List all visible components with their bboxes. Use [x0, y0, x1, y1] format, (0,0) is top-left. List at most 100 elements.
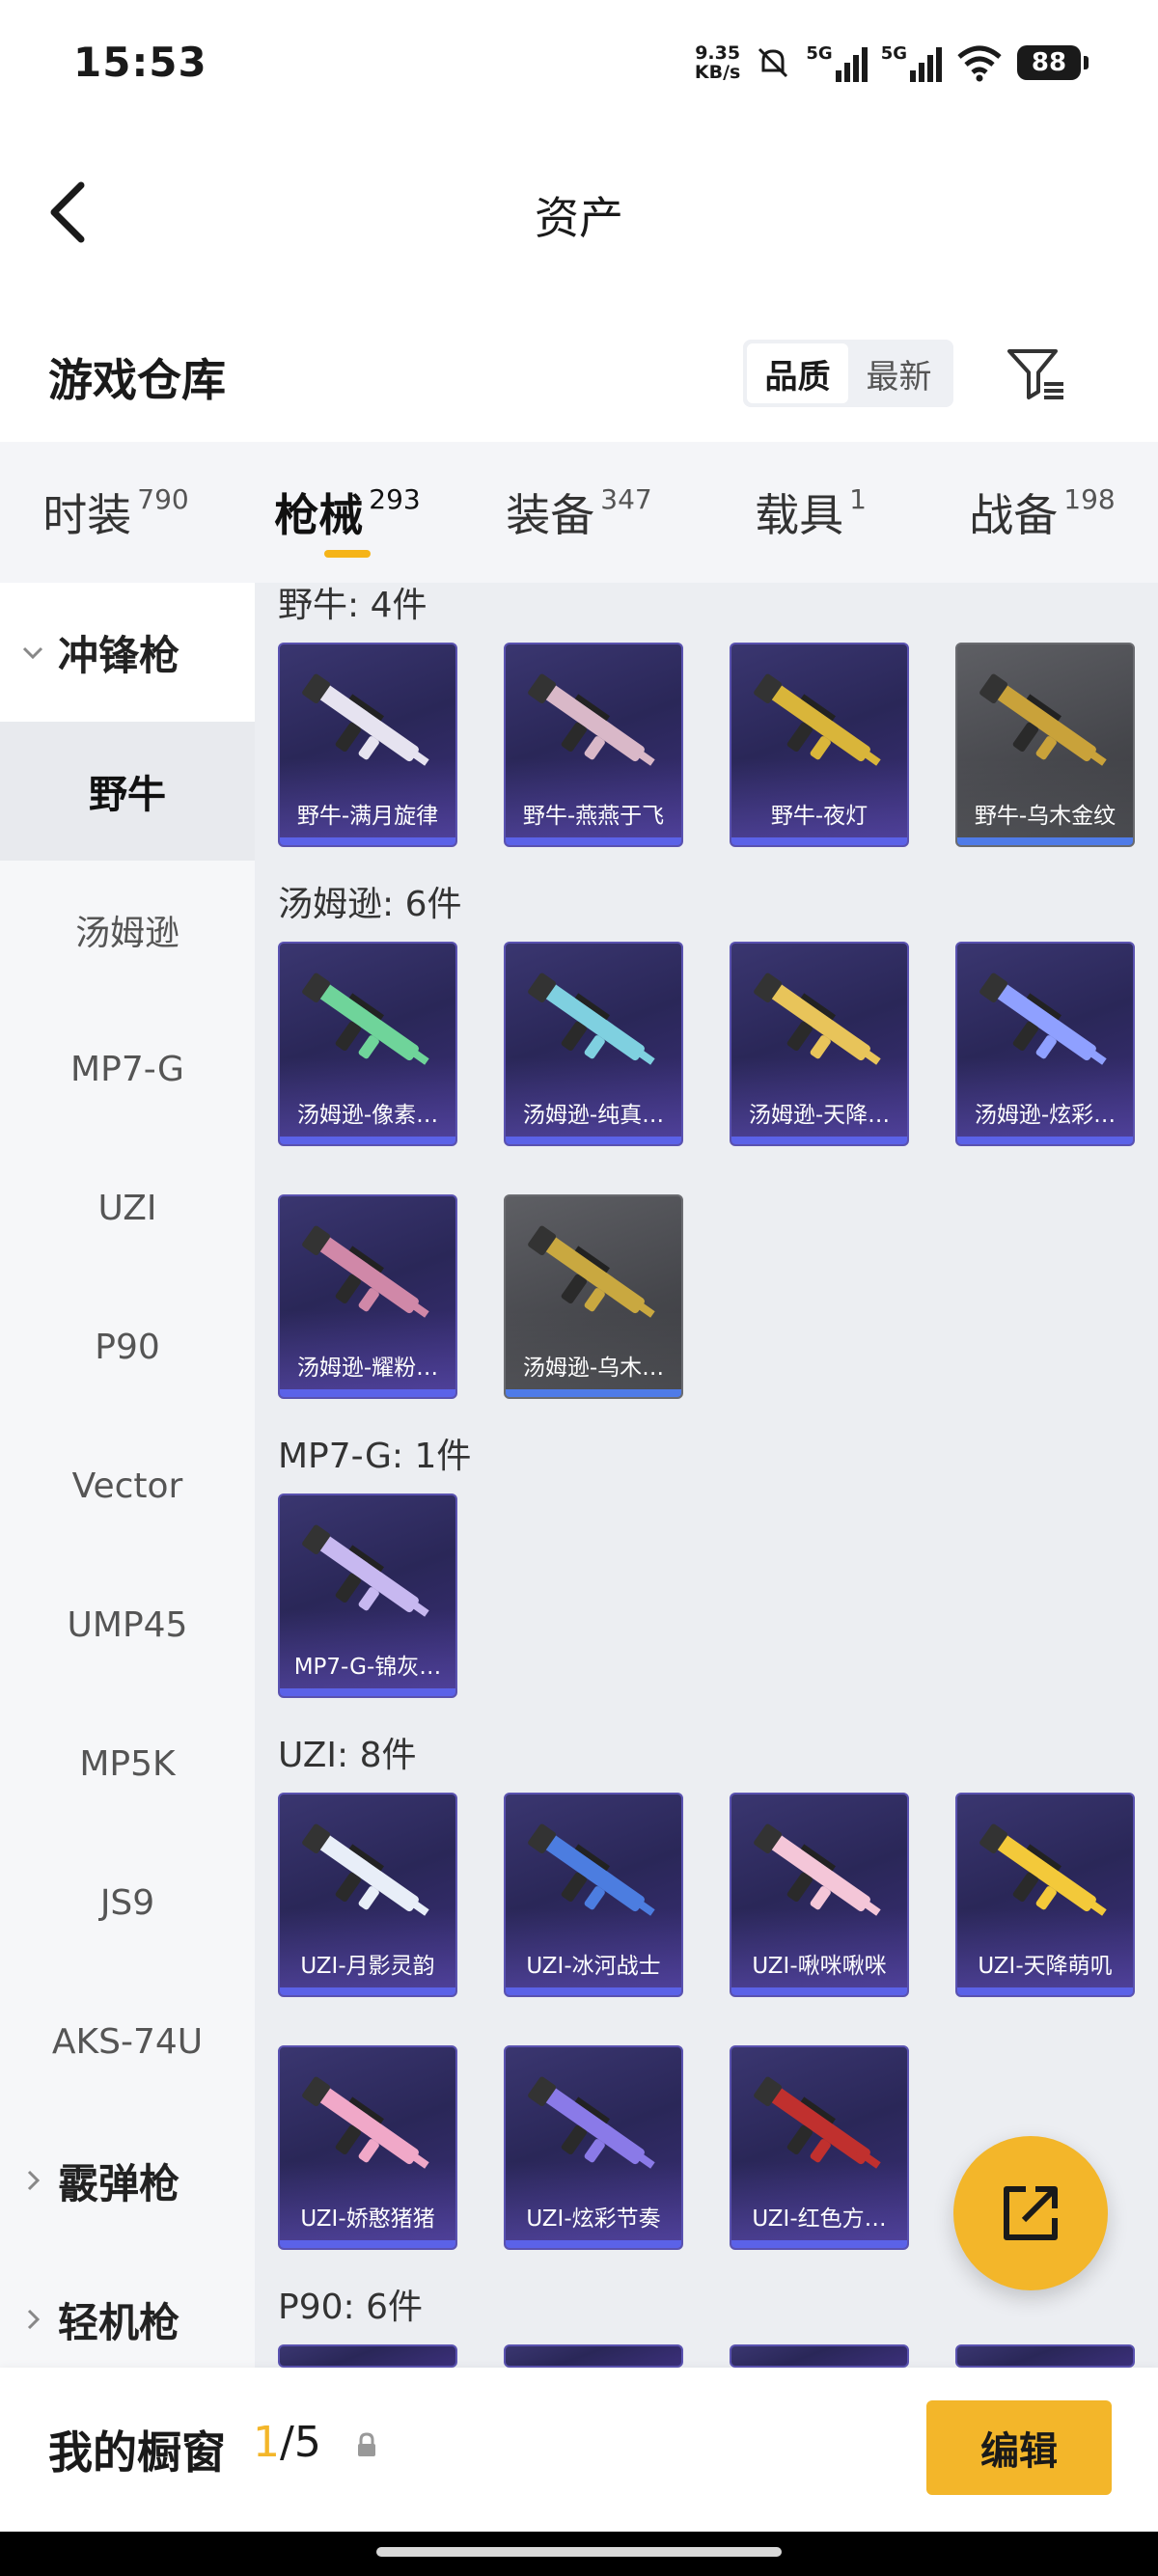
tab-label: 时装: [42, 489, 132, 541]
weapon-image-icon: [528, 1823, 655, 1916]
weapon-skin-card[interactable]: 野牛-满月旋律: [278, 643, 457, 847]
rarity-bar: [957, 837, 1133, 845]
tab-count: 198: [1063, 482, 1116, 515]
weapon-skin-card[interactable]: UZI-红色方…: [730, 2045, 909, 2250]
weapon-image-icon: [528, 673, 655, 766]
weapon-skin-card[interactable]: [730, 2344, 909, 2368]
mute-bell-icon: [758, 47, 788, 78]
home-indicator[interactable]: [376, 2547, 782, 2557]
chevron-right-icon: [27, 2170, 41, 2191]
section-label: P90: 6件: [278, 2288, 423, 2327]
sidebar-group-smg[interactable]: 冲锋枪: [0, 583, 255, 722]
rarity-bar: [731, 837, 907, 845]
rarity-bar: [957, 1137, 1133, 1144]
weapon-skin-card[interactable]: UZI-啾咪啾咪: [730, 1793, 909, 1997]
weapon-skin-card[interactable]: UZI-月影灵韵: [278, 1793, 457, 1997]
chevron-down-icon: [22, 646, 43, 660]
sidebar-group-lmg[interactable]: 轻机枪: [0, 2250, 255, 2368]
weapon-skin-card[interactable]: 汤姆逊-天降…: [730, 942, 909, 1146]
weapon-skin-card[interactable]: UZI-娇憨猪猪: [278, 2045, 457, 2250]
lock-icon: [358, 2432, 375, 2456]
sidebar-item-p90[interactable]: P90: [0, 1277, 255, 1416]
weapon-image-icon: [302, 1823, 429, 1916]
rarity-bar: [280, 1389, 455, 1397]
sidebar-group-label: 霰弹枪: [58, 2159, 180, 2207]
weapon-skin-name: 野牛-夜灯: [770, 804, 868, 829]
weapon-skin-card[interactable]: UZI-天降萌叽: [955, 1793, 1135, 1997]
weapon-skin-name: 汤姆逊-天降…: [748, 1103, 891, 1128]
tab-label: 载具: [755, 489, 844, 541]
weapon-skin-card[interactable]: [955, 2344, 1135, 2368]
weapon-skin-card[interactable]: 野牛-夜灯: [730, 643, 909, 847]
weapon-skin-name: 汤姆逊-乌木…: [522, 1356, 665, 1381]
share-fab-button[interactable]: [953, 2136, 1108, 2290]
sidebar-item-thompson[interactable]: 汤姆逊: [0, 861, 255, 1000]
sidebar-group-label: 冲锋枪: [58, 631, 180, 679]
filter-icon[interactable]: [1004, 342, 1067, 405]
weapon-skin-card[interactable]: UZI-冰河战士: [504, 1793, 683, 1997]
sidebar-item-mp7g[interactable]: MP7-G: [0, 1000, 255, 1138]
sort-quality-button[interactable]: 品质: [747, 343, 848, 403]
showcase-current: 1: [253, 2418, 280, 2467]
signal-5g-icon-2: 5G: [881, 43, 942, 82]
weapon-skin-name: 汤姆逊-纯真…: [522, 1103, 665, 1128]
weapon-image-icon: [979, 1823, 1107, 1916]
tab-firearms[interactable]: 枪械 293: [232, 442, 463, 583]
section-label: 汤姆逊: 6件: [278, 885, 462, 924]
weapon-skin-card[interactable]: 野牛-乌木金纹: [955, 643, 1135, 847]
showcase-label: 我的橱窗: [48, 2426, 226, 2479]
weapon-image-icon: [754, 673, 881, 766]
sidebar-item-mp5k[interactable]: MP5K: [0, 1694, 255, 1833]
weapon-skin-name: 野牛-燕燕于飞: [522, 804, 665, 829]
weapon-skin-card[interactable]: 汤姆逊-乌木…: [504, 1194, 683, 1399]
sidebar-item-uzi[interactable]: UZI: [0, 1138, 255, 1277]
weapon-skin-card[interactable]: UZI-炫彩节奏: [504, 2045, 683, 2250]
weapon-skin-card[interactable]: 野牛-燕燕于飞: [504, 643, 683, 847]
weapon-image-icon: [302, 673, 429, 766]
weapon-image-icon: [528, 973, 655, 1065]
weapon-skin-card[interactable]: MP7-G-锦灰…: [278, 1494, 457, 1698]
tab-equipment[interactable]: 装备 347: [463, 442, 695, 583]
sidebar-item-aks74u[interactable]: AKS-74U: [0, 1972, 255, 2111]
weapon-skin-card[interactable]: 汤姆逊-纯真…: [504, 942, 683, 1146]
weapon-skin-name: MP7-G-锦灰…: [293, 1655, 442, 1680]
edit-button[interactable]: 编辑: [926, 2400, 1112, 2495]
net-speed: 9.35 KB/s: [695, 43, 740, 82]
weapon-image-icon: [302, 1225, 429, 1318]
warehouse-header: 游戏仓库 品质 最新: [0, 318, 1158, 434]
weapon-image-icon: [528, 1225, 655, 1318]
weapon-skin-card[interactable]: 汤姆逊-像素…: [278, 942, 457, 1146]
sort-toggle: 品质 最新: [743, 340, 953, 407]
active-tab-indicator: [324, 550, 371, 558]
weapon-image-icon: [754, 1823, 881, 1916]
rarity-bar: [280, 2240, 455, 2248]
rarity-bar: [280, 1987, 455, 1995]
weapon-skin-card[interactable]: [278, 2344, 457, 2368]
showcase-bar: 我的橱窗 1/5 编辑: [0, 2368, 1158, 2532]
sidebar-item-vector[interactable]: Vector: [0, 1416, 255, 1555]
weapon-skin-card[interactable]: [504, 2344, 683, 2368]
weapon-image-icon: [302, 1524, 429, 1617]
tab-gear[interactable]: 战备 198: [926, 442, 1158, 583]
rarity-bar: [506, 1389, 681, 1397]
tab-count: 790: [137, 482, 189, 515]
sidebar-item-ump45[interactable]: UMP45: [0, 1555, 255, 1694]
weapon-skin-name: UZI-炫彩节奏: [526, 2206, 661, 2232]
category-tabs: 时装 790 枪械 293 装备 347 载具 1 战备 198: [0, 442, 1158, 583]
tab-vehicles[interactable]: 载具 1: [695, 442, 926, 583]
sidebar-group-shotgun[interactable]: 霰弹枪: [0, 2111, 255, 2250]
sort-newest-button[interactable]: 最新: [848, 343, 950, 403]
weapon-type-sidebar: 冲锋枪 野牛 汤姆逊 MP7-G UZI P90 Vector UMP45 MP…: [0, 583, 255, 2368]
weapon-skin-card[interactable]: 汤姆逊-炫彩…: [955, 942, 1135, 1146]
section-label: UZI: 8件: [278, 1736, 417, 1775]
weapon-skin-name: 汤姆逊-像素…: [296, 1103, 439, 1128]
app-header: 资产: [0, 135, 1158, 280]
app-root: 15:53 9.35 KB/s 5G 5G 88 资产 游戏仓库 品质 最新 时…: [0, 0, 1158, 2576]
status-time: 15:53: [73, 39, 207, 86]
rarity-bar: [957, 1987, 1133, 1995]
signal-5g-icon-1: 5G: [806, 43, 868, 82]
sidebar-item-js9[interactable]: JS9: [0, 1833, 255, 1972]
tab-fashion[interactable]: 时装 790: [0, 442, 232, 583]
weapon-skin-card[interactable]: 汤姆逊-耀粉…: [278, 1194, 457, 1399]
sidebar-item-bizon[interactable]: 野牛: [0, 722, 255, 861]
